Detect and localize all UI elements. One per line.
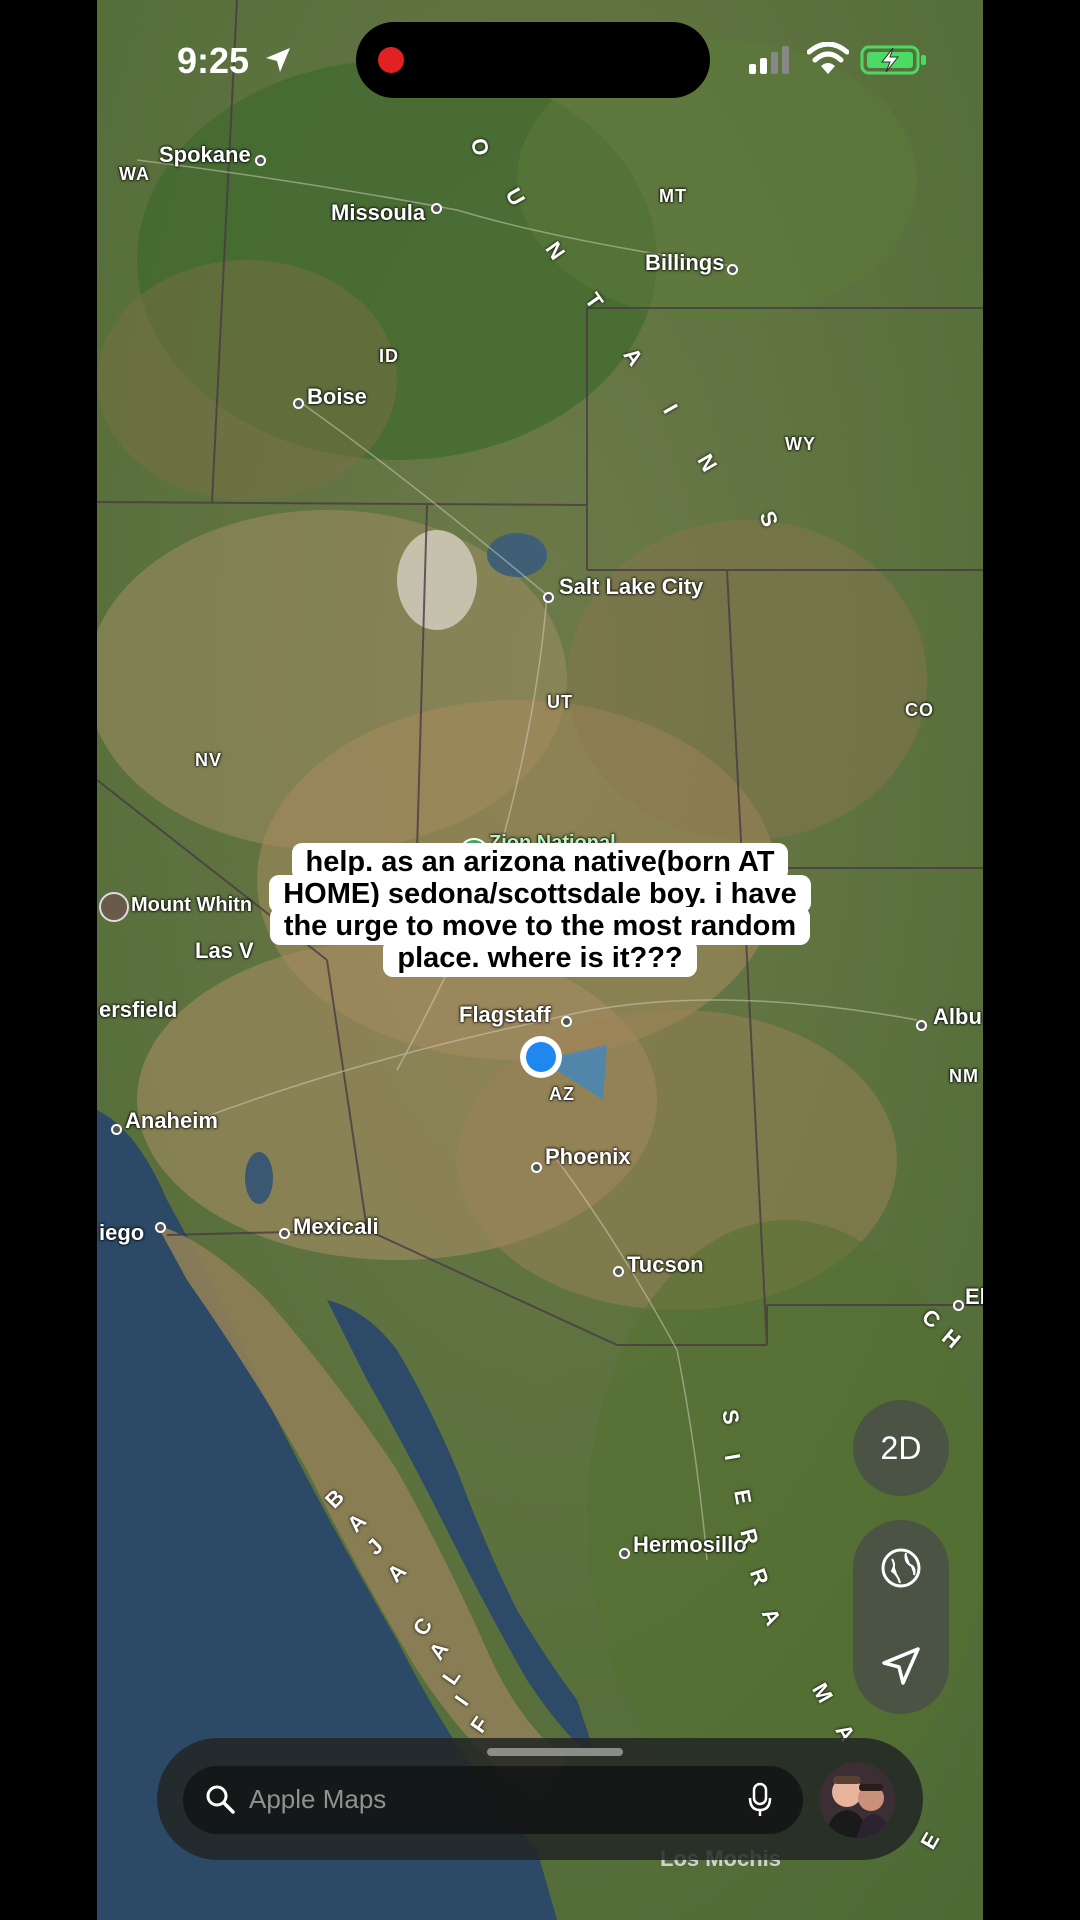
avatar[interactable]	[819, 1762, 895, 1838]
city-dot	[111, 1124, 122, 1135]
state-label-id: ID	[379, 346, 399, 366]
status-time: 9:25	[177, 40, 250, 81]
city-dot	[916, 1020, 927, 1031]
search-field[interactable]: Apple Maps	[183, 1766, 803, 1834]
user-location-dot[interactable]	[518, 1034, 564, 1080]
sheet-grabber[interactable]	[487, 1748, 623, 1756]
globe-icon[interactable]	[880, 1547, 922, 1589]
wifi-icon	[807, 42, 849, 74]
state-label-wa: WA	[119, 164, 150, 184]
city-label-billings: Billings	[645, 250, 725, 275]
state-label-ut: UT	[547, 692, 573, 712]
city-dot	[561, 1016, 572, 1027]
location-arrow-icon	[266, 48, 290, 72]
search-sheet[interactable]: Apple Maps	[157, 1738, 923, 1860]
city-dot	[619, 1548, 630, 1559]
city-label-phoenix: Phoenix	[545, 1144, 631, 1169]
location-arrow-icon[interactable]	[880, 1645, 922, 1687]
recording-indicator-icon	[378, 47, 404, 73]
city-label-mexicali: Mexicali	[293, 1214, 379, 1239]
city-dot	[293, 398, 304, 409]
battery-charging-icon	[860, 45, 926, 75]
city-dot	[431, 203, 442, 214]
city-dot	[531, 1162, 542, 1173]
city-label-salt-lake-city: Salt Lake City	[559, 574, 704, 599]
city-label-bakersfield: ersfield	[99, 997, 178, 1022]
city-dot	[255, 155, 266, 166]
city-label-boise: Boise	[307, 384, 367, 409]
city-label-missoula: Missoula	[331, 200, 426, 225]
city-dot	[613, 1266, 624, 1277]
cellular-signal-icon	[749, 46, 789, 74]
city-dot	[155, 1222, 166, 1233]
city-label-san-diego: iego	[99, 1220, 145, 1245]
state-label-mt: MT	[659, 186, 687, 206]
phone-screen: WA Spokane Missoula MT Billings ID Boise…	[97, 0, 983, 1920]
microphone-icon[interactable]	[747, 1782, 773, 1818]
city-label-albuquerque: Albu	[933, 1004, 982, 1029]
search-icon	[206, 1785, 235, 1814]
city-label-flagstaff: Flagstaff	[459, 1002, 551, 1027]
caption-line: place. where is it???	[383, 939, 697, 977]
city-dot	[727, 264, 738, 275]
city-label-anaheim: Anaheim	[125, 1108, 218, 1133]
state-label-co: CO	[905, 700, 934, 720]
city-dot	[543, 592, 554, 603]
status-bar: 9:25	[97, 0, 983, 120]
city-dot	[279, 1228, 290, 1239]
state-label-nm: NM	[949, 1066, 979, 1086]
city-label-hermosillo: Hermosillo	[633, 1532, 747, 1557]
map-mode-2d-button[interactable]: 2D	[853, 1400, 949, 1496]
state-label-wy: WY	[785, 434, 816, 454]
state-label-nv: NV	[195, 750, 223, 770]
map-controls-stack	[853, 1520, 949, 1714]
profile-photo-icon	[819, 1762, 895, 1838]
city-dot	[953, 1300, 964, 1311]
video-caption: help. as an arizona native(born AT HOME)…	[97, 843, 983, 977]
city-label-el-paso: El	[965, 1284, 983, 1309]
search-placeholder: Apple Maps	[249, 1784, 387, 1814]
dynamic-island[interactable]	[356, 22, 710, 98]
city-label-tucson: Tucson	[627, 1252, 704, 1277]
city-label-spokane: Spokane	[159, 142, 251, 167]
